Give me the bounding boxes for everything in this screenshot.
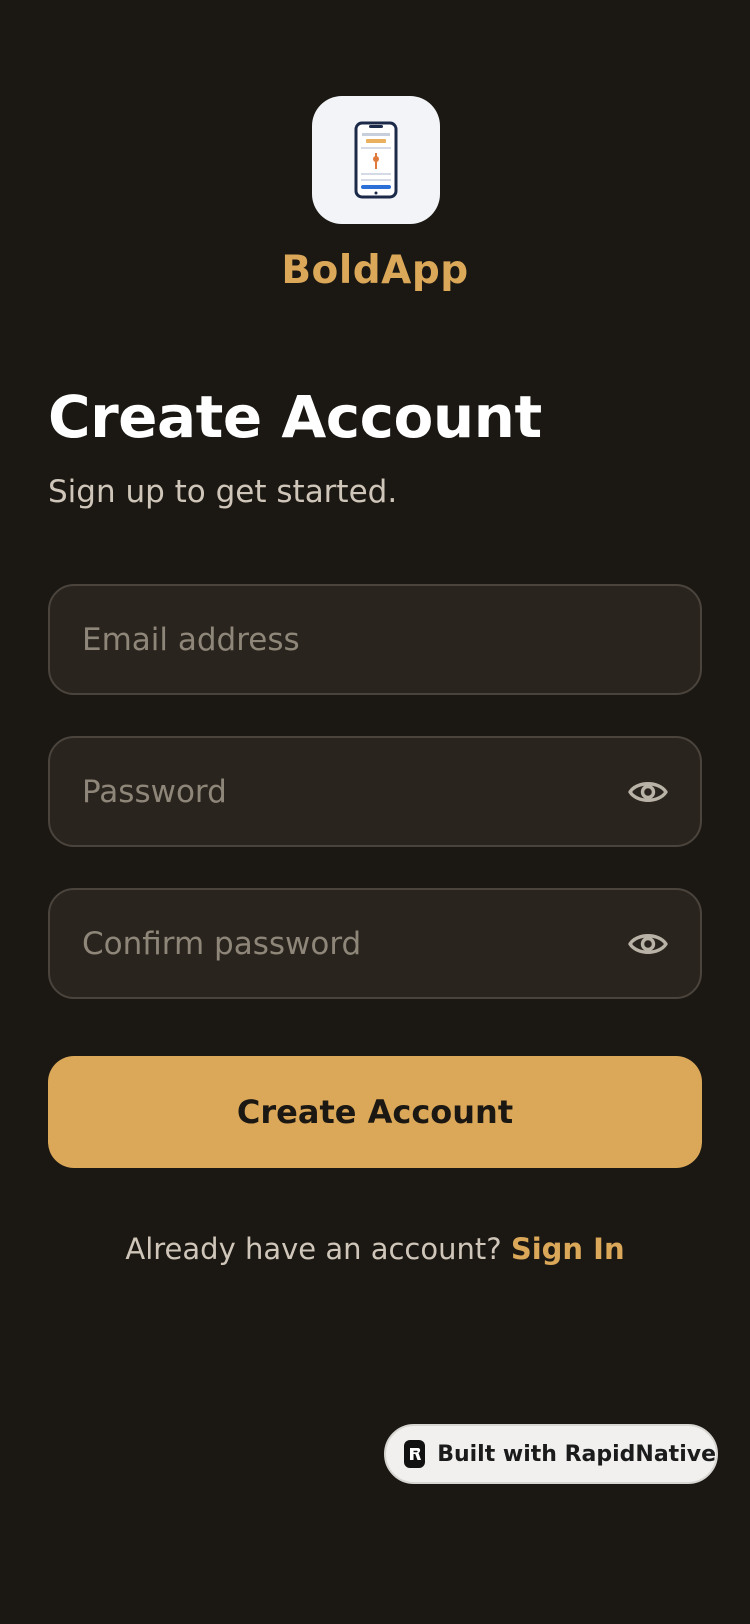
- rapidnative-logo-icon: [404, 1440, 426, 1468]
- app-logo: [312, 96, 440, 224]
- page-title: Create Account: [48, 383, 542, 451]
- password-visibility-toggle[interactable]: [628, 772, 668, 812]
- page-subtitle: Sign up to get started.: [48, 474, 398, 510]
- password-field[interactable]: [48, 736, 702, 847]
- eye-icon: [628, 782, 668, 802]
- create-account-button[interactable]: Create Account: [48, 1056, 702, 1168]
- app-name: BoldApp: [281, 248, 469, 293]
- phone-illustration-icon: [354, 121, 398, 199]
- email-field[interactable]: [48, 584, 702, 695]
- email-input[interactable]: [82, 586, 622, 693]
- signin-prompt: Already have an account? Sign In: [0, 1232, 750, 1266]
- built-with-badge[interactable]: Built with RapidNative: [384, 1424, 718, 1484]
- confirm-password-input[interactable]: [82, 890, 622, 997]
- sign-in-link[interactable]: Sign In: [511, 1232, 625, 1266]
- badge-label: Built with RapidNative: [437, 1441, 716, 1467]
- confirm-password-visibility-toggle[interactable]: [628, 924, 668, 964]
- signin-prompt-text: Already have an account?: [125, 1232, 502, 1266]
- confirm-password-field[interactable]: [48, 888, 702, 999]
- password-input[interactable]: [82, 738, 622, 845]
- eye-icon: [628, 934, 668, 954]
